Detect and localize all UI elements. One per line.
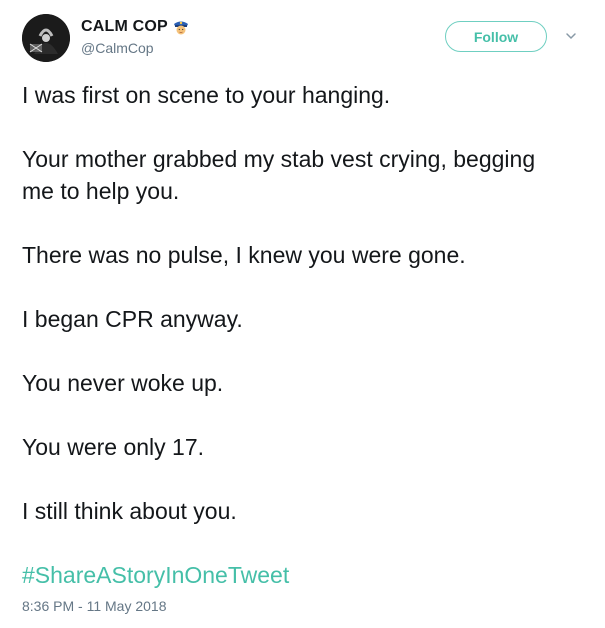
follow-button[interactable]: Follow [445, 21, 547, 52]
avatar-image [22, 14, 70, 62]
tweet-paragraph: I still think about you. [22, 498, 237, 524]
police-officer-icon [173, 21, 188, 35]
chevron-down-icon[interactable] [565, 30, 577, 42]
author-handle[interactable]: @CalmCop [81, 40, 154, 56]
avatar[interactable] [22, 14, 70, 62]
tweet-text: I was first on scene to your hanging. Yo… [22, 79, 592, 591]
tweet-paragraph: Your mother grabbed my stab vest crying,… [22, 146, 536, 204]
tweet-paragraph: I was first on scene to your hanging. [22, 82, 391, 108]
tweet-timestamp[interactable]: 8:36 PM - 11 May 2018 [22, 598, 166, 614]
display-name[interactable]: CALM COP [81, 18, 168, 36]
tweet-paragraph: There was no pulse, I knew you were gone… [22, 242, 466, 268]
author-name-row[interactable]: CALM COP [81, 18, 190, 36]
hashtag-link[interactable]: #ShareAStoryInOneTweet [22, 559, 592, 591]
tweet-paragraph: You never woke up. [22, 370, 224, 396]
tweet-paragraph: I began CPR anyway. [22, 306, 243, 332]
tweet-paragraph: You were only 17. [22, 434, 205, 460]
